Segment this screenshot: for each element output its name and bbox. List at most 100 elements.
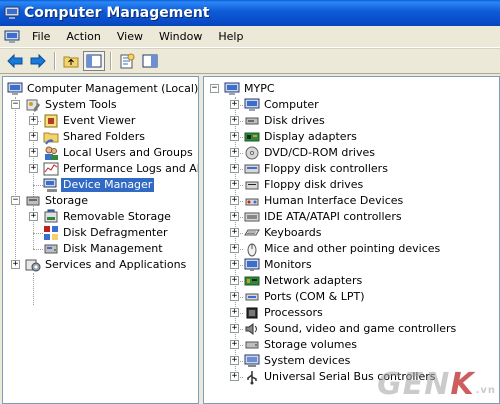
expand-toggle[interactable]: + bbox=[29, 164, 38, 173]
tree-label-root: Computer Management (Local) bbox=[27, 82, 199, 95]
tree-label-perf-logs: Performance Logs and Alerts bbox=[63, 162, 198, 175]
expand-toggle[interactable]: + bbox=[29, 148, 38, 157]
device-category[interactable]: + Processors bbox=[204, 305, 499, 321]
menu-help[interactable]: Help bbox=[210, 28, 251, 45]
expand-toggle[interactable]: + bbox=[230, 148, 239, 157]
computer-management-icon bbox=[4, 5, 20, 21]
device-tree-root[interactable]: − MYPC bbox=[204, 81, 499, 97]
show-hide-console-tree-button[interactable] bbox=[83, 51, 105, 71]
title-bar[interactable]: Computer Management bbox=[0, 0, 500, 26]
tree-node-shared-folders[interactable]: + Shared Folders bbox=[3, 129, 198, 145]
tree-label-disk-mgmt: Disk Management bbox=[63, 242, 163, 255]
expand-toggle[interactable]: + bbox=[230, 340, 239, 349]
device-category-label: IDE ATA/ATAPI controllers bbox=[264, 210, 402, 223]
expand-toggle[interactable]: + bbox=[230, 324, 239, 333]
expand-toggle[interactable]: + bbox=[230, 180, 239, 189]
device-category[interactable]: + Disk drives bbox=[204, 113, 499, 129]
device-category[interactable]: + Human Interface Devices bbox=[204, 193, 499, 209]
tree-node-storage[interactable]: − Storage bbox=[3, 193, 198, 209]
expand-toggle[interactable]: + bbox=[230, 244, 239, 253]
hid-icon bbox=[244, 193, 260, 209]
menu-file[interactable]: File bbox=[24, 28, 58, 45]
storage-volume-icon bbox=[244, 337, 260, 353]
collapse-toggle[interactable]: − bbox=[11, 100, 20, 109]
device-category[interactable]: + Floppy disk controllers bbox=[204, 161, 499, 177]
expand-toggle[interactable]: + bbox=[29, 132, 38, 141]
menu-action[interactable]: Action bbox=[58, 28, 108, 45]
tree-node-system-tools[interactable]: − System Tools bbox=[3, 97, 198, 113]
expand-toggle[interactable]: + bbox=[230, 276, 239, 285]
tree-node-removable-storage[interactable]: + Removable Storage bbox=[3, 209, 198, 225]
device-category[interactable]: + DVD/CD-ROM drives bbox=[204, 145, 499, 161]
device-category[interactable]: + Floppy disk drives bbox=[204, 177, 499, 193]
menu-view[interactable]: View bbox=[109, 28, 151, 45]
tree-node-services-apps[interactable]: + Services and Applications bbox=[3, 257, 198, 273]
expand-toggle[interactable]: + bbox=[11, 260, 20, 269]
console-tree-icon bbox=[86, 54, 102, 68]
expand-toggle[interactable]: + bbox=[230, 116, 239, 125]
expand-toggle[interactable]: + bbox=[230, 356, 239, 365]
expand-toggle[interactable]: + bbox=[230, 260, 239, 269]
expand-toggle[interactable]: + bbox=[230, 228, 239, 237]
tree-node-local-users[interactable]: + Local Users and Groups bbox=[3, 145, 198, 161]
device-category[interactable]: + Display adapters bbox=[204, 129, 499, 145]
performance-icon bbox=[43, 161, 59, 177]
console-tree: Computer Management (Local) − System Too… bbox=[3, 77, 198, 305]
device-category[interactable]: + Network adapters bbox=[204, 273, 499, 289]
folder-up-icon bbox=[63, 56, 79, 68]
sound-icon bbox=[244, 321, 260, 337]
tree-node-perf-logs[interactable]: + Performance Logs and Alerts bbox=[3, 161, 198, 177]
expand-toggle[interactable]: + bbox=[230, 100, 239, 109]
services-icon bbox=[25, 257, 41, 273]
device-category[interactable]: + Mice and other pointing devices bbox=[204, 241, 499, 257]
collapse-toggle[interactable]: − bbox=[210, 84, 219, 93]
computer-management-icon bbox=[7, 81, 23, 97]
system-menu-icon[interactable] bbox=[4, 29, 20, 45]
event-viewer-icon bbox=[43, 113, 59, 129]
properties-button[interactable] bbox=[116, 51, 138, 71]
forward-button[interactable] bbox=[27, 51, 49, 71]
menu-window[interactable]: Window bbox=[151, 28, 210, 45]
expand-toggle[interactable]: + bbox=[230, 292, 239, 301]
expand-toggle[interactable]: + bbox=[230, 308, 239, 317]
device-category[interactable]: + Monitors bbox=[204, 257, 499, 273]
usb-icon bbox=[244, 369, 260, 385]
help-button[interactable] bbox=[139, 51, 161, 71]
device-category[interactable]: + Sound, video and game controllers bbox=[204, 321, 499, 337]
device-category[interactable]: + Ports (COM & LPT) bbox=[204, 289, 499, 305]
tree-label-device-manager: Device Manager bbox=[61, 178, 155, 192]
expand-toggle[interactable]: + bbox=[230, 372, 239, 381]
device-category[interactable]: + Keyboards bbox=[204, 225, 499, 241]
expand-toggle[interactable]: + bbox=[29, 116, 38, 125]
device-category-label: Sound, video and game controllers bbox=[264, 322, 457, 335]
tree-label-system-tools: System Tools bbox=[45, 98, 117, 111]
tree-node-disk-defrag[interactable]: Disk Defragmenter bbox=[3, 225, 198, 241]
expand-toggle[interactable]: + bbox=[230, 212, 239, 221]
device-category[interactable]: + IDE ATA/ATAPI controllers bbox=[204, 209, 499, 225]
tree-node-event-viewer[interactable]: + Event Viewer bbox=[3, 113, 198, 129]
watermark-k: K bbox=[450, 367, 475, 402]
expand-toggle[interactable]: + bbox=[230, 164, 239, 173]
tree-node-device-manager[interactable]: Device Manager bbox=[3, 177, 198, 193]
device-category-label: Ports (COM & LPT) bbox=[264, 290, 365, 303]
tree-label-event-viewer: Event Viewer bbox=[63, 114, 136, 127]
back-button[interactable] bbox=[4, 51, 26, 71]
expand-toggle[interactable]: + bbox=[230, 132, 239, 141]
tree-label-shared-folders: Shared Folders bbox=[63, 130, 145, 143]
tree-node-root[interactable]: Computer Management (Local) bbox=[3, 81, 198, 97]
collapse-toggle[interactable]: − bbox=[11, 196, 20, 205]
console-tree-pane[interactable]: Computer Management (Local) − System Too… bbox=[2, 76, 199, 404]
device-tree-pane[interactable]: − MYPC + Computer + Disk drives + Display ada… bbox=[203, 76, 500, 404]
device-category-label: Human Interface Devices bbox=[264, 194, 404, 207]
computer-icon bbox=[224, 81, 240, 97]
disk-drive-icon bbox=[244, 113, 260, 129]
cdrom-icon bbox=[244, 145, 260, 161]
up-one-level-button[interactable] bbox=[60, 51, 82, 71]
expand-toggle[interactable]: + bbox=[29, 212, 38, 221]
processor-icon bbox=[244, 305, 260, 321]
device-category[interactable]: + Storage volumes bbox=[204, 337, 499, 353]
device-category[interactable]: + Computer bbox=[204, 97, 499, 113]
expand-toggle[interactable]: + bbox=[230, 196, 239, 205]
monitor-icon bbox=[244, 257, 260, 273]
tree-node-disk-mgmt[interactable]: Disk Management bbox=[3, 241, 198, 257]
